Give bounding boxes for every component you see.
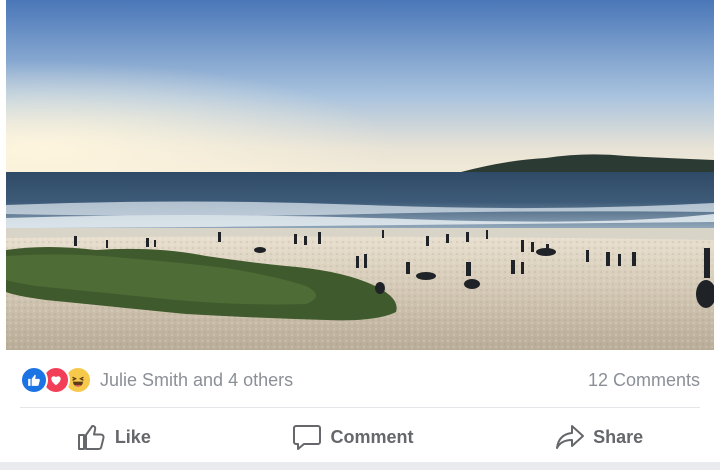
share-label: Share <box>593 426 644 447</box>
feed-separator <box>0 462 720 470</box>
reaction-summary[interactable]: Julie Smith and 4 others <box>20 366 293 394</box>
post-card: Julie Smith and 4 others 12 Comments Lik… <box>0 0 720 470</box>
share-button[interactable]: Share <box>541 417 657 457</box>
reactor-summary-text[interactable]: Julie Smith and 4 others <box>100 370 293 391</box>
comment-icon <box>292 423 322 451</box>
post-actions: Like Comment Share <box>6 414 714 460</box>
comments-count[interactable]: 12 Comments <box>588 370 700 391</box>
comment-label: Comment <box>330 426 414 447</box>
like-label: Like <box>114 426 151 447</box>
comment-button[interactable]: Comment <box>278 417 427 457</box>
share-arrow-icon <box>555 423 585 451</box>
beach-photo <box>6 0 714 350</box>
reactions-bar: Julie Smith and 4 others 12 Comments <box>20 362 700 398</box>
like-button[interactable]: Like <box>63 417 165 457</box>
like-reaction-icon <box>20 366 48 394</box>
post-photo[interactable] <box>6 0 714 350</box>
thumbs-up-icon <box>77 423 107 451</box>
divider <box>20 407 700 408</box>
